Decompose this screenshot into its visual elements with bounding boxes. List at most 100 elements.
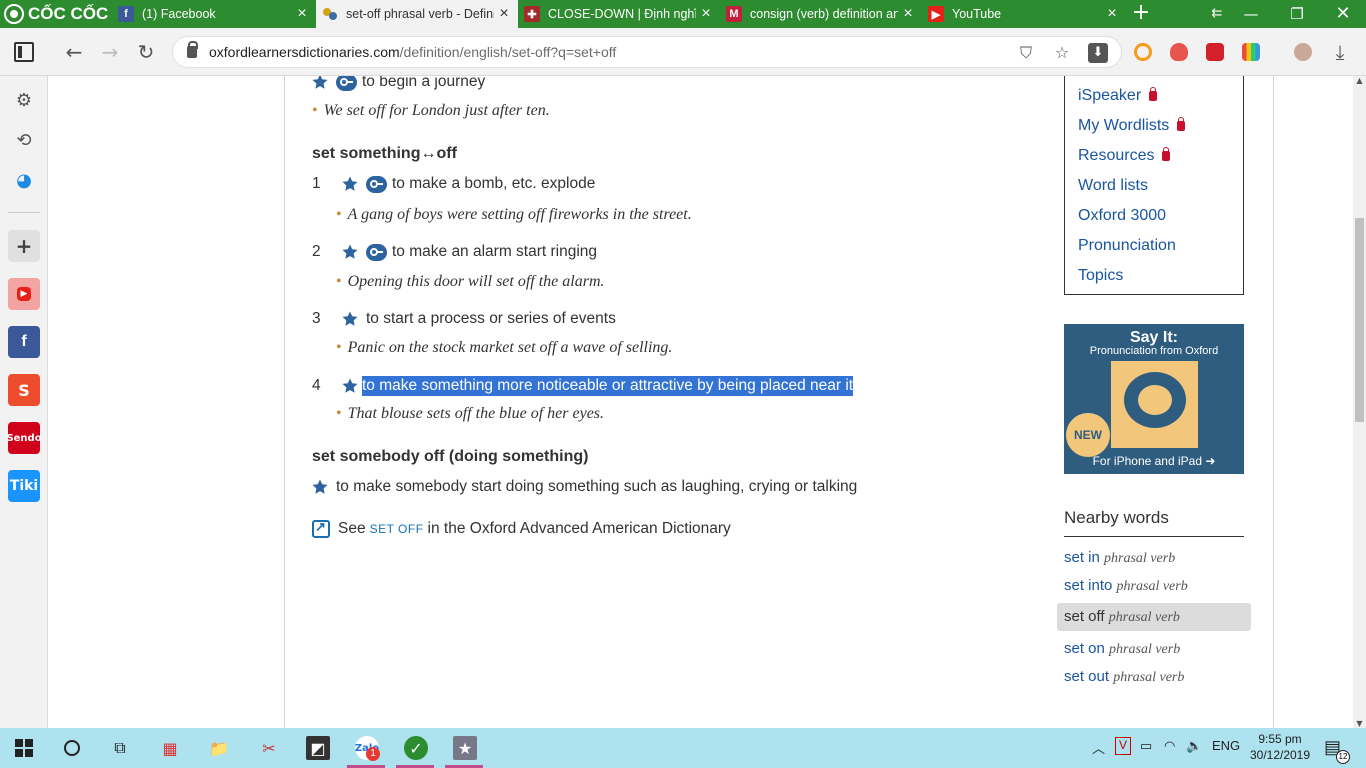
tab-title: consign (verb) definition an [750, 7, 898, 21]
lock-icon[interactable] [187, 41, 198, 58]
messenger-icon[interactable]: ◕ [12, 169, 36, 193]
sense-number: 1 [312, 175, 321, 192]
macmillan-icon: M [726, 6, 742, 22]
key-icon [366, 243, 387, 261]
sidebar-toggle-icon[interactable] [14, 42, 34, 62]
download-page-icon[interactable]: ⬇ [1088, 43, 1108, 63]
close-icon[interactable]: × [292, 5, 312, 23]
sense-pv2: to make somebody start doing something s… [312, 478, 857, 496]
file-explorer-icon[interactable]: 📁 [207, 736, 231, 760]
tab-title: YouTube [952, 7, 1002, 21]
close-icon[interactable]: × [696, 5, 716, 23]
nearby-item[interactable]: set in phrasal verb [1064, 549, 1175, 567]
pronunciation-link[interactable]: Pronunciation [1078, 237, 1176, 255]
browser-sidebar: ⚙ ⟲ ◕ + ▶ f S Sendo Tiki [0, 76, 48, 728]
wifi-icon[interactable]: ◠ [1164, 738, 1175, 754]
my-wordlists-link[interactable]: My Wordlists [1078, 117, 1186, 135]
coccoc-logo-icon [4, 4, 24, 24]
snipping-tool-icon[interactable]: ✂ [257, 736, 281, 760]
adblock-icon[interactable] [1170, 43, 1188, 61]
scroll-up-arrow-icon[interactable]: ▲ [1353, 76, 1366, 85]
topics-link[interactable]: Topics [1078, 267, 1123, 285]
sendo-app-icon[interactable]: Sendo [6, 422, 42, 454]
word-lists-link[interactable]: Word lists [1078, 177, 1148, 195]
tab-set-off[interactable]: set-off phrasal verb - Defini × [316, 0, 518, 28]
color-extension-icon[interactable] [1242, 43, 1260, 61]
history-icon[interactable]: ⟲ [12, 129, 36, 153]
unikey-icon[interactable]: V [1115, 737, 1131, 755]
tab-close-down[interactable]: ✚ CLOSE-DOWN | Định nghĩa × [518, 0, 720, 28]
system-clock[interactable]: 9:55 pm 30/12/2019 [1248, 731, 1312, 763]
lock-icon [1149, 87, 1158, 101]
settings-gear-icon[interactable]: ⚙ [12, 89, 36, 113]
url-text[interactable]: oxfordlearnersdictionaries.com/definitio… [209, 44, 616, 60]
tiki-app-icon[interactable]: Tiki [8, 470, 40, 502]
american-dictionary-link[interactable]: SET OFF [370, 522, 424, 536]
close-icon[interactable]: × [1102, 5, 1122, 23]
show-hidden-icons-chevron-icon[interactable]: ︿ [1092, 738, 1105, 757]
downloads-icon[interactable]: ⤓ [1328, 40, 1352, 64]
tab-strip: CỐC CỐC f (1) Facebook × set-off phrasal… [0, 0, 1366, 28]
reload-icon[interactable]: ↻ [134, 40, 158, 64]
page-content: to begin a journey • We set off for Londo… [48, 76, 1353, 728]
resources-link[interactable]: Resources [1078, 147, 1171, 165]
new-tab-button[interactable]: + [1130, 0, 1152, 28]
minimize-button[interactable]: — [1228, 0, 1274, 28]
coccoc-menu-button[interactable]: CỐC CỐC [0, 0, 112, 28]
selected-sense-text[interactable]: to make something more noticeable or att… [362, 376, 854, 396]
shield-icon[interactable]: ⛉ [1016, 43, 1036, 63]
say-it-promo-banner[interactable]: Say It: Pronunciation from Oxford NEW Fo… [1064, 324, 1244, 474]
language-indicator[interactable]: ENG [1212, 738, 1240, 753]
address-bar[interactable]: oxfordlearnersdictionaries.com/definitio… [172, 36, 1122, 68]
sense-text: to make somebody start doing something s… [336, 478, 858, 495]
nearby-item[interactable]: set on phrasal verb [1064, 640, 1180, 658]
nearby-item-current[interactable]: set off phrasal verb [1057, 603, 1251, 631]
nearby-item[interactable]: set out phrasal verb [1064, 668, 1184, 686]
page-scrollbar[interactable]: ▲ ▼ [1353, 76, 1366, 728]
facebook-app-icon[interactable]: f [8, 326, 40, 358]
close-window-button[interactable]: ✕ [1320, 0, 1366, 28]
example-sentence: • Panic on the stock market set off a wav… [336, 339, 673, 356]
add-app-button[interactable]: + [8, 230, 40, 262]
tab-youtube[interactable]: ▶ YouTube × [922, 0, 1126, 28]
app-grid-icon[interactable]: ▦ [158, 736, 182, 760]
oxford-3000-link[interactable]: Oxford 3000 [1078, 207, 1166, 225]
nearby-item[interactable]: set into phrasal verb [1064, 577, 1188, 595]
bookmark-star-icon[interactable]: ☆ [1052, 43, 1072, 63]
volume-icon[interactable]: 🔈 [1186, 738, 1202, 754]
clock-date: 30/12/2019 [1249, 748, 1311, 762]
shopee-app-icon[interactable]: S [8, 374, 40, 406]
oxford3000-star-icon [342, 378, 358, 393]
brand-name: CỐC CỐC [28, 4, 109, 23]
sense-number: 3 [312, 310, 321, 327]
back-arrow-icon[interactable]: ← [62, 40, 86, 64]
scroll-down-arrow-icon[interactable]: ▼ [1353, 719, 1366, 728]
tab-consign[interactable]: M consign (verb) definition an × [720, 0, 922, 28]
see-also-line: See SET OFF in the Oxford Advanced Ameri… [312, 519, 731, 538]
phrasal-verb-heading: set something↔off [312, 145, 457, 162]
ispeaker-link[interactable]: iSpeaker [1078, 87, 1158, 105]
clock-time: 9:55 pm [1258, 732, 1302, 746]
forward-arrow-icon[interactable]: → [98, 40, 122, 64]
example-sentence: • We set off for London just after ten. [312, 102, 550, 119]
coccoc-extension-icon[interactable] [1134, 43, 1152, 61]
browser-toolbar: ← → ↻ oxfordlearnersdictionaries.com/def… [0, 28, 1366, 76]
recorder-extension-icon[interactable] [1206, 43, 1224, 61]
scrollbar-thumb[interactable] [1355, 218, 1364, 422]
app-taskbar-icon[interactable]: ★ [453, 736, 477, 760]
coccoc-taskbar-icon[interactable]: ✓ [404, 736, 428, 760]
windows-start-icon[interactable] [12, 736, 36, 760]
task-view-icon[interactable]: ⧉ [108, 736, 132, 760]
tab-facebook[interactable]: f (1) Facebook × [112, 0, 316, 28]
sense-top: to begin a journey [312, 76, 485, 91]
youtube-icon: ▶ [928, 6, 944, 22]
youtube-app-icon[interactable]: ▶ [8, 278, 40, 310]
close-icon[interactable]: × [898, 5, 918, 23]
example-sentence: • That blouse sets off the blue of her ey… [336, 405, 605, 422]
close-icon[interactable]: × [494, 5, 514, 23]
search-circle-icon[interactable] [60, 736, 84, 760]
battery-icon[interactable]: ▭ [1140, 738, 1152, 754]
sticky-notes-icon[interactable]: ◩ [306, 736, 330, 760]
maximize-button[interactable]: ❐ [1274, 0, 1320, 28]
profile-avatar[interactable] [1294, 43, 1312, 61]
